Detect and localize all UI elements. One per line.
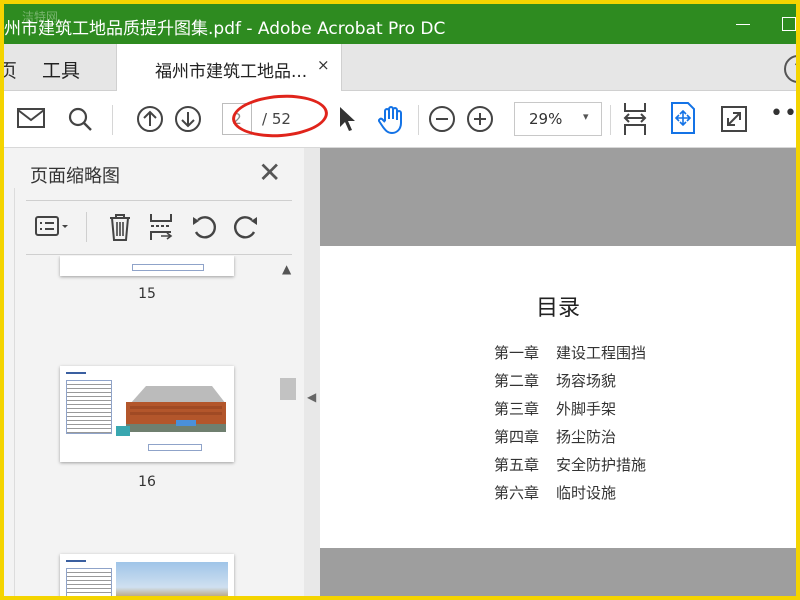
tab-tools[interactable]: 工具 (42, 56, 80, 83)
maximize-icon (782, 17, 796, 31)
thumbnail-heading (66, 560, 86, 562)
toolbar: 2 / 52 29% ▾ • (4, 91, 796, 148)
toc-chapter-name: 扬尘防治 (556, 428, 617, 446)
more-options-button[interactable]: ••• (770, 101, 796, 126)
tab-document[interactable]: 福州市建筑工地品... × (116, 44, 342, 91)
toc-chapter: 第五章 (494, 456, 540, 474)
minimize-button[interactable] (720, 4, 766, 44)
document-view[interactable]: 目录 第一章 建设工程围挡 第二章 场容场貌 第三章 外脚手架 第四章 扬尘防治 第五章… (320, 148, 796, 596)
thumbnail-page-number: 15 (138, 286, 156, 302)
panel-collapse-bar[interactable]: ◀ (304, 148, 320, 596)
panel-toolbar-separator (86, 212, 87, 242)
chevron-left-icon[interactable]: ◀ (307, 390, 316, 404)
tab-bar: 页 工具 福州市建筑工地品... × ? (4, 44, 796, 91)
maximize-button[interactable] (766, 4, 796, 44)
zoom-out-icon[interactable] (428, 105, 456, 133)
rotate-right-icon[interactable] (230, 212, 260, 242)
title-bar: 洁特网 州市建筑工地品质提升图集.pdf - Adobe Acrobat Pro… (4, 4, 796, 44)
panel-toolbar (26, 204, 292, 252)
thumbnail-heading (66, 372, 86, 374)
toc-item: 第一章 建设工程围挡 (494, 342, 646, 370)
minimize-icon (736, 24, 750, 25)
tab-home[interactable]: 页 (4, 56, 17, 83)
toc-chapter-name: 建设工程围挡 (556, 344, 647, 362)
toc-item: 第五章 安全防护措施 (494, 454, 646, 482)
thumbnail-photo (116, 562, 228, 596)
thumbnail-page[interactable] (60, 554, 234, 596)
tab-document-label: 福州市建筑工地品... (155, 62, 308, 82)
toc-chapter-name: 场容场貌 (556, 372, 617, 390)
email-icon[interactable] (16, 105, 46, 131)
zoom-select[interactable]: 29% ▾ (514, 102, 602, 136)
toc-list: 第一章 建设工程围挡 第二章 场容场貌 第三章 外脚手架 第四章 扬尘防治 第五章 安全防… (494, 342, 646, 510)
panel-divider (26, 254, 292, 255)
toc-chapter-name: 临时设施 (556, 484, 617, 502)
hand-tool-icon[interactable] (376, 105, 406, 135)
full-screen-icon[interactable] (720, 105, 748, 133)
search-icon[interactable] (66, 105, 94, 133)
extract-pages-icon[interactable] (148, 212, 174, 242)
toolbar-separator (610, 105, 611, 135)
thumbnail-scrollbar[interactable]: ▲ (278, 256, 298, 596)
delete-icon[interactable] (108, 212, 132, 242)
toc-chapter: 第一章 (494, 344, 540, 362)
toolbar-separator (112, 105, 113, 135)
panel-title: 页面缩略图 (30, 166, 120, 187)
select-tool-icon[interactable] (336, 105, 358, 133)
thumbnail-page-number: 16 (138, 474, 156, 490)
tab-close-button[interactable]: × (317, 56, 330, 74)
rotate-left-icon[interactable] (190, 212, 220, 242)
thumbnail-text-block (66, 380, 112, 434)
help-icon[interactable]: ? (784, 55, 796, 83)
fit-page-icon[interactable] (670, 101, 696, 135)
panel-close-button[interactable]: ✕ (258, 156, 281, 189)
previous-page-icon[interactable] (136, 105, 164, 133)
toc-chapter: 第二章 (494, 372, 540, 390)
toc-title: 目录 (535, 296, 580, 321)
toc-item: 第三章 外脚手架 (494, 398, 646, 426)
toc-chapter-name: 外脚手架 (556, 400, 617, 418)
toc-item: 第四章 扬尘防治 (494, 426, 646, 454)
zoom-value: 29% (529, 110, 563, 128)
options-menu-icon[interactable] (34, 214, 72, 240)
toc-chapter: 第六章 (494, 484, 540, 502)
thumbnail-illustration (116, 386, 226, 436)
thumbnail-list: 15 16 (4, 256, 278, 596)
panel-divider (26, 200, 292, 201)
toc-chapter-name: 安全防护措施 (556, 456, 647, 474)
thumbnail-text-block (66, 568, 112, 596)
toc-chapter: 第三章 (494, 400, 540, 418)
app-window: 洁特网 州市建筑工地品质提升图集.pdf - Adobe Acrobat Pro… (4, 4, 796, 596)
thumbnail-caption-bar (132, 264, 204, 271)
scroll-up-icon[interactable]: ▲ (282, 262, 291, 276)
window-title: 州市建筑工地品质提升图集.pdf - Adobe Acrobat Pro DC (4, 19, 446, 39)
toc-item: 第二章 场容场貌 (494, 370, 646, 398)
page-thumbnails-panel: 页面缩略图 ✕ 15 16 ▲ (4, 148, 320, 596)
toc-chapter: 第四章 (494, 428, 540, 446)
thumbnail-page[interactable] (60, 256, 234, 276)
thumbnail-page[interactable] (60, 366, 234, 462)
pdf-page: 目录 第一章 建设工程围挡 第二章 场容场貌 第三章 外脚手架 第四章 扬尘防治 第五章… (320, 246, 796, 548)
thumbnail-caption-bar (148, 444, 202, 451)
page-fit-icon[interactable] (622, 101, 648, 137)
zoom-in-icon[interactable] (466, 105, 494, 133)
chevron-down-icon: ▾ (583, 110, 589, 123)
next-page-icon[interactable] (174, 105, 202, 133)
scrollbar-thumb[interactable] (280, 378, 296, 400)
toc-item: 第六章 临时设施 (494, 482, 646, 510)
toolbar-separator (418, 105, 419, 135)
